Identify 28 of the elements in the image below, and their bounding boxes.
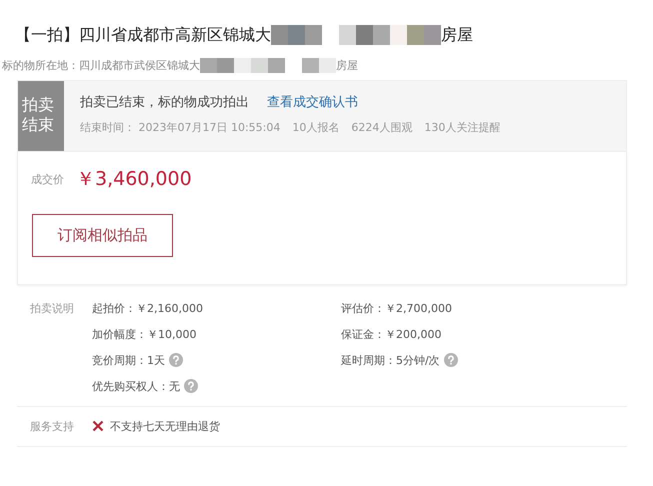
listing-title: 【一拍】四川省成都市高新区锦城大 xyxy=(15,24,271,46)
location-text: 四川成都市武侯区锦城大 xyxy=(79,58,200,72)
status-badge: 拍卖结束 xyxy=(18,81,64,151)
location-label: 标的物所在地： xyxy=(2,58,79,72)
auction-term: 优先购买权人：无 xyxy=(92,378,180,394)
help-icon[interactable] xyxy=(169,353,183,367)
auction-term: 评估价：￥2,700,000 xyxy=(341,300,452,316)
confirmation-link[interactable]: 查看成交确认书 xyxy=(267,93,358,111)
auction-term: 起拍价：￥2,160,000 xyxy=(92,300,203,316)
location-text: 房屋 xyxy=(336,58,358,72)
subscribe-button[interactable]: 订阅相似拍品 xyxy=(32,214,173,257)
service-text: 不支持七天无理由退货 xyxy=(110,418,220,434)
auction-stat: 130人关注提醒 xyxy=(424,120,500,135)
auction-stat: 结束时间： 2023年07月17日 10:55:04 xyxy=(80,120,280,135)
section-label: 拍卖说明 xyxy=(29,301,75,317)
status-message: 拍卖已结束，标的物成功拍出 xyxy=(80,94,249,111)
final-price: ￥3,460,000 xyxy=(76,167,192,192)
auction-term: 加价幅度：￥10,000 xyxy=(92,326,196,342)
auction-stat: 6224人围观 xyxy=(351,120,412,135)
auction-stat: 10人报名 xyxy=(292,120,340,135)
auction-term: 延时周期：5分钟/次 xyxy=(341,352,440,368)
section-label: 服务支持 xyxy=(29,419,75,435)
help-icon[interactable] xyxy=(444,353,458,367)
auction-term: 保证金：￥200,000 xyxy=(341,326,442,342)
price-label: 成交价 xyxy=(31,172,64,186)
auction-term: 竞价周期：1天 xyxy=(92,352,165,368)
help-icon[interactable] xyxy=(184,379,198,393)
listing-title: 房屋 xyxy=(441,24,473,46)
